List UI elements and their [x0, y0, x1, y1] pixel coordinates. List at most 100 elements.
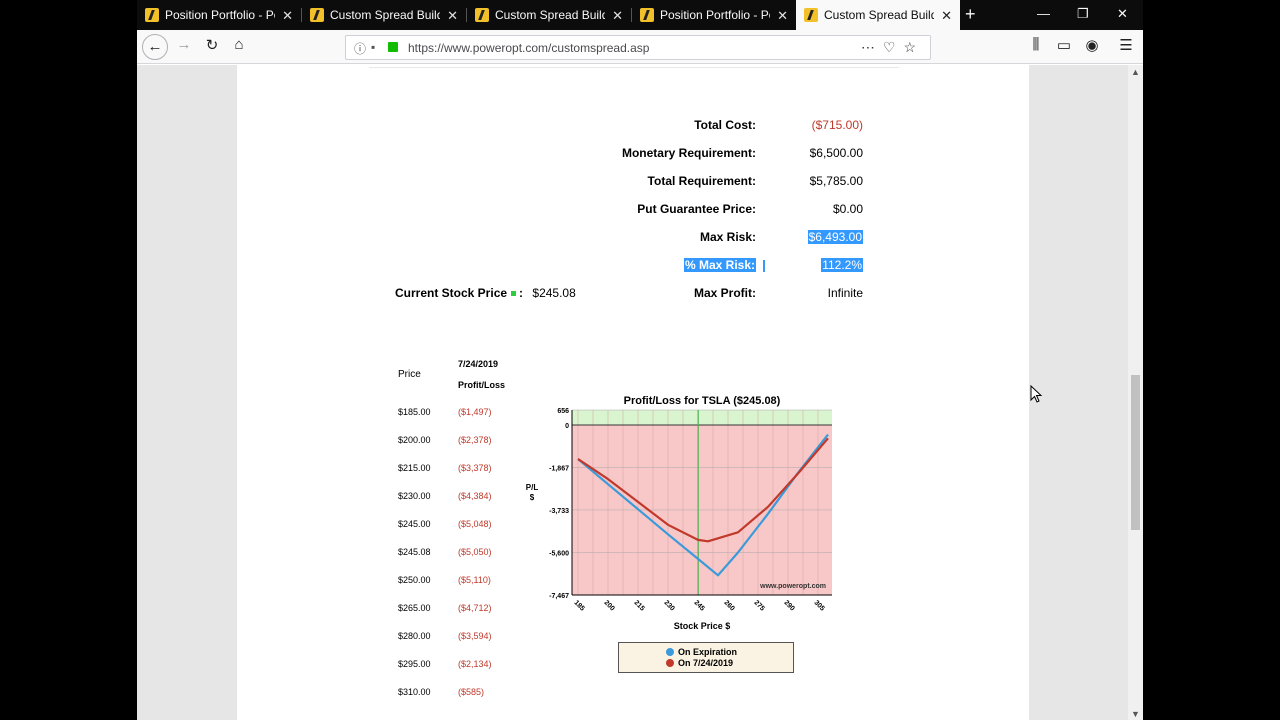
reload-icon[interactable]: ↻: [201, 36, 223, 54]
profit-loss-cell: ($5,050): [458, 547, 492, 557]
legend-item-expiration: On Expiration: [666, 647, 737, 657]
legend-item-date: On 7/24/2019: [666, 658, 733, 668]
close-tab-icon[interactable]: ✕: [282, 8, 293, 24]
menu-icon[interactable]: ☰: [1115, 36, 1137, 54]
restore-icon[interactable]: ❐: [1077, 6, 1089, 22]
tab-custom-spread-2[interactable]: Custom Spread Builder - ✕: [467, 0, 631, 30]
profit-loss-cell: ($5,110): [458, 575, 491, 585]
pct-max-risk-value: 112.2%: [821, 258, 863, 272]
profit-loss-cell: ($585): [458, 687, 485, 697]
profit-loss-column-header: Profit/Loss: [458, 380, 506, 390]
poweropt-favicon-icon: [640, 8, 654, 22]
tab-position-portfolio-1[interactable]: Position Portfolio - Pow ✕: [137, 0, 301, 30]
forward-arrow-icon[interactable]: →: [173, 36, 195, 53]
poweropt-favicon-icon: [475, 8, 489, 22]
profit-loss-cell: ($3,594): [458, 631, 492, 641]
y-tick-label: 656: [557, 408, 569, 415]
tab-title: Custom Spread Builder: [824, 8, 934, 22]
x-tick-label: 230: [662, 599, 675, 612]
profit-loss-chart: 656 0 -1,867 -3,733 -5,600 -7,467185 200 215 230…: [526, 395, 832, 631]
legend-label: On 7/24/2019: [678, 658, 734, 668]
current-stock-price: Current Stock Price: $245.08: [395, 286, 576, 300]
price-up-indicator-icon: [511, 291, 517, 296]
put-guarantee-label: Put Guarantee Price:: [637, 202, 756, 216]
table-row: $245.08 ($5,050): [398, 547, 538, 561]
new-tab-icon[interactable]: +: [965, 4, 976, 25]
tab-custom-spread-1[interactable]: Custom Spread Builder - ✕: [302, 0, 466, 30]
total-cost-row: Total Cost: ($715.00): [237, 118, 1029, 134]
permissions-icon[interactable]: ▪: [371, 40, 375, 54]
pct-max-risk-row: % Max Risk: 112.2%: [237, 258, 1029, 274]
x-tick-label: 290: [782, 599, 795, 612]
table-row: $265.00 ($4,712): [398, 603, 538, 617]
scrollbar-thumb[interactable]: [1131, 375, 1140, 530]
x-tick-label: 260: [722, 599, 735, 612]
current-stock-price-separator: :: [519, 286, 524, 300]
profit-loss-cell: ($1,497): [458, 407, 492, 417]
close-tab-icon[interactable]: ✕: [612, 8, 623, 24]
price-cell: $215.00: [398, 463, 431, 473]
date-column-header: 7/24/2019: [458, 359, 499, 369]
chart-legend: On Expiration On 7/24/2019: [618, 642, 794, 673]
total-cost-label: Total Cost:: [694, 118, 756, 132]
poweropt-favicon-icon: [310, 8, 324, 22]
profit-zone: [572, 410, 832, 425]
x-tick-label: 245: [692, 599, 705, 612]
close-tab-icon[interactable]: ✕: [941, 8, 952, 24]
page-body: Total Cost: ($715.00) Monetary Requireme…: [237, 65, 1043, 720]
price-cell: $310.00: [398, 687, 431, 697]
scroll-down-icon[interactable]: ▼: [1131, 709, 1140, 719]
profit-loss-cell: ($5,048): [458, 519, 492, 529]
text-selection-caret: [763, 260, 765, 272]
browser-window: Position Portfolio - Pow ✕ Custom Spread…: [137, 0, 1143, 720]
max-profit-label: Max Profit:: [693, 286, 756, 300]
x-tick-label: 305: [812, 599, 825, 612]
profit-loss-cell: ($4,384): [458, 491, 492, 501]
table-row: $215.00 ($3,378): [398, 463, 538, 477]
page-viewport: Total Cost: ($715.00) Monetary Requireme…: [137, 65, 1128, 720]
poweropt-favicon-icon: [145, 8, 159, 22]
x-tick-label: 200: [602, 599, 615, 612]
url-text[interactable]: https://www.poweropt.com/customspread.as…: [408, 41, 649, 55]
home-icon[interactable]: ⌂: [228, 36, 250, 53]
table-row: $295.00 ($2,134): [398, 659, 538, 673]
table-row: $185.00 ($1,497): [398, 407, 538, 421]
max-profit-value: Infinite: [827, 286, 863, 300]
lock-icon[interactable]: [388, 42, 398, 52]
profit-loss-cell: ($2,134): [458, 659, 492, 669]
page-actions-icon[interactable]: ⋯♡☆: [861, 39, 924, 56]
pct-max-risk-label: % Max Risk:: [683, 258, 756, 272]
y-axis-label: P/L: [526, 483, 539, 492]
close-tab-icon[interactable]: ✕: [447, 8, 458, 24]
profit-loss-cell: ($4,712): [458, 603, 492, 613]
y-tick-label: 0: [565, 423, 569, 430]
close-tab-icon[interactable]: ✕: [777, 8, 788, 24]
library-icon[interactable]: ⫼: [1025, 36, 1047, 53]
tab-position-portfolio-2[interactable]: Position Portfolio - Pow ✕: [632, 0, 796, 30]
total-requirement-label: Total Requirement:: [647, 174, 756, 188]
scroll-up-icon[interactable]: ▲: [1131, 67, 1140, 77]
tab-title: Custom Spread Builder -: [330, 8, 440, 22]
minimize-icon[interactable]: —: [1037, 6, 1050, 21]
price-cell: $280.00: [398, 631, 431, 641]
info-icon[interactable]: ⓘ: [354, 40, 366, 57]
tab-custom-spread-active[interactable]: Custom Spread Builder ✕: [796, 0, 960, 30]
close-window-icon[interactable]: ✕: [1117, 6, 1128, 22]
sidebar-icon[interactable]: ▭: [1053, 36, 1075, 54]
account-icon[interactable]: ◉: [1081, 36, 1103, 54]
price-column-header: Price: [398, 369, 421, 380]
price-cell: $250.00: [398, 575, 431, 585]
table-row: $310.00 ($585): [398, 687, 538, 701]
total-cost-value: ($715.00): [811, 118, 863, 132]
y-tick-label: -3,733: [549, 508, 569, 515]
navigation-toolbar: ← → ↻ ⌂ ⓘ ▪ https://www.poweropt.com/cus…: [137, 30, 1143, 64]
y-tick-label: -1,867: [549, 465, 569, 472]
price-cell: $265.00: [398, 603, 431, 613]
table-row: $280.00 ($3,594): [398, 631, 538, 645]
legend-dot-icon: [666, 659, 674, 667]
profit-loss-cell: ($3,378): [458, 463, 492, 473]
vertical-scrollbar[interactable]: ▲ ▼: [1128, 65, 1143, 720]
price-cell: $185.00: [398, 407, 431, 417]
address-bar[interactable]: ⓘ ▪ https://www.poweropt.com/customsprea…: [345, 35, 931, 60]
back-arrow-icon[interactable]: ←: [142, 34, 168, 60]
